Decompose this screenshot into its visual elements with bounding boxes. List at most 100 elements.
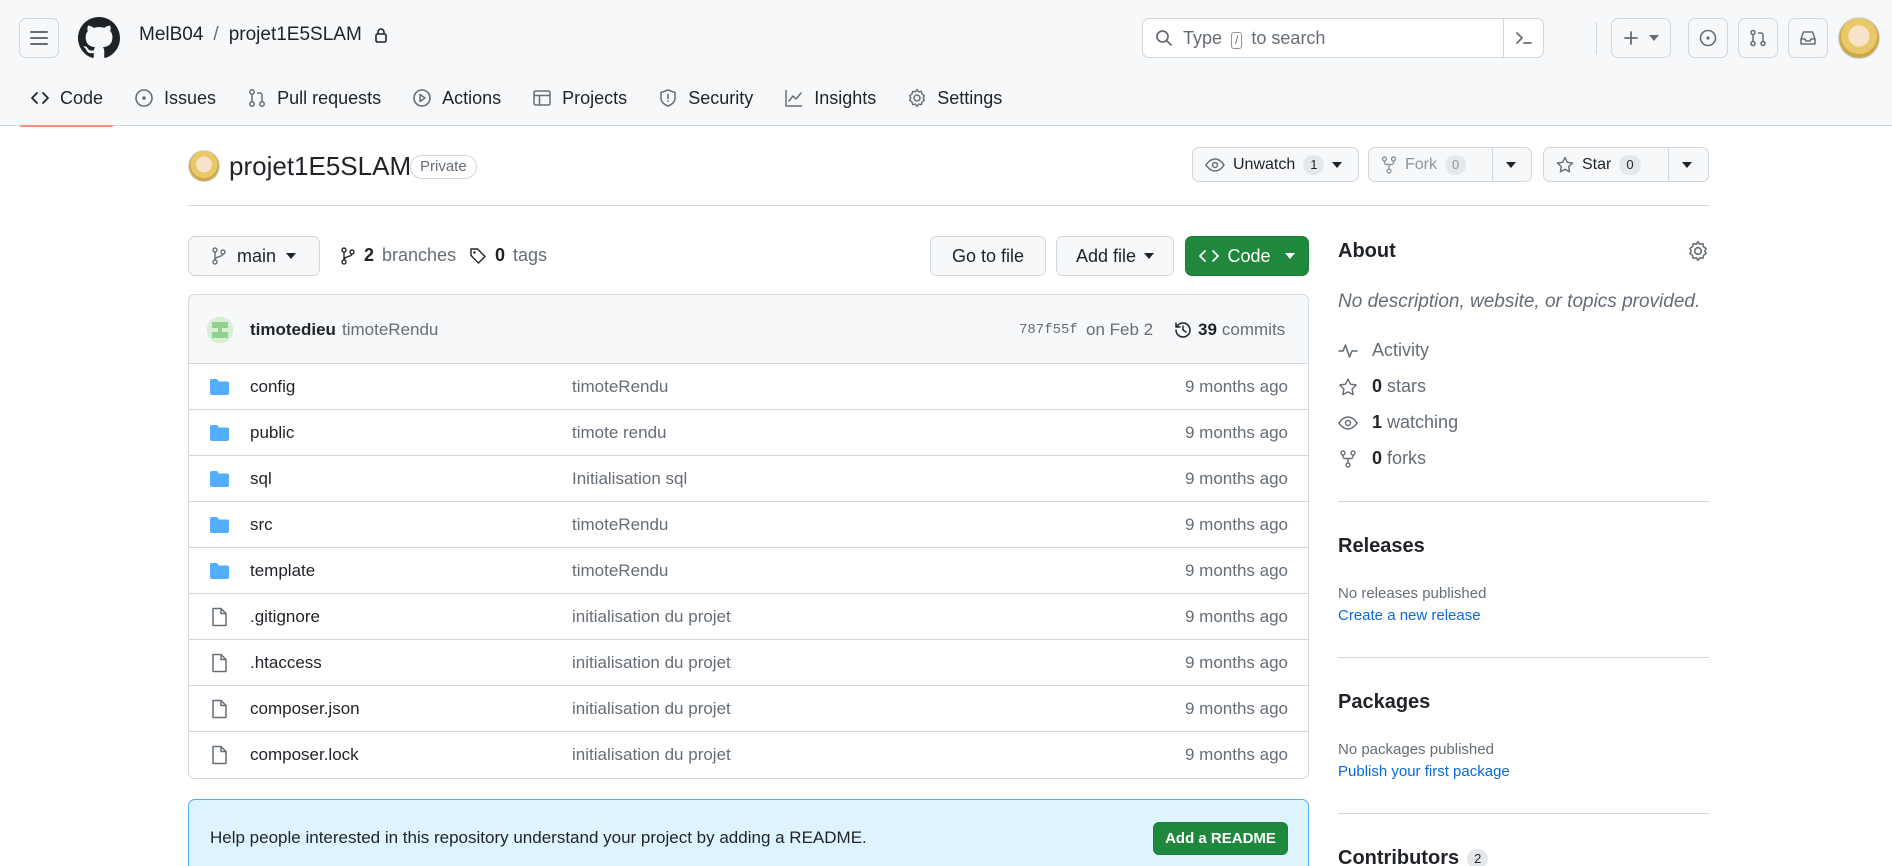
menu-button[interactable] (19, 18, 59, 58)
unwatch-button[interactable]: Unwatch 1 (1192, 147, 1359, 182)
history-icon (1175, 322, 1191, 338)
tab-code[interactable]: Code (18, 76, 115, 127)
tab-insights[interactable]: Insights (772, 76, 888, 120)
pull-requests-button[interactable] (1738, 18, 1778, 58)
packages-heading[interactable]: Packages (1338, 691, 1430, 714)
star-icon (1339, 377, 1357, 395)
branch-selector[interactable]: main (188, 236, 320, 276)
file-name[interactable]: composer.json (250, 699, 360, 719)
releases-heading[interactable]: Releases (1338, 535, 1425, 558)
gear-icon[interactable] (1687, 240, 1709, 262)
add-readme-button[interactable]: Add a README (1153, 822, 1288, 855)
file-name[interactable]: config (250, 377, 295, 397)
file-commit-message[interactable]: timoteRendu (572, 515, 668, 535)
publish-package-link[interactable]: Publish your first package (1338, 763, 1510, 780)
tab-pull-requests[interactable]: Pull requests (235, 76, 393, 120)
gear-icon (909, 88, 926, 108)
star-count: 0 (1619, 154, 1641, 175)
commit-count-label: commits (1221, 320, 1286, 339)
tags-count: 0 (495, 245, 506, 265)
file-name[interactable]: .gitignore (250, 607, 320, 627)
file-commit-message[interactable]: timote rendu (572, 423, 667, 443)
file-row[interactable]: composer.json initialisation du projet 9… (189, 686, 1308, 732)
command-palette-button[interactable] (1503, 19, 1543, 57)
fork-label: Fork (1405, 155, 1437, 173)
watching-link[interactable]: 1 watching (1338, 412, 1458, 433)
file-commit-message[interactable]: initialisation du projet (572, 745, 731, 765)
title-divider (188, 205, 1709, 206)
commit-author-avatar[interactable] (207, 317, 233, 343)
forks-label: forks (1387, 448, 1427, 468)
activity-link[interactable]: Activity (1338, 340, 1429, 361)
file-name[interactable]: public (250, 423, 294, 443)
tab-actions[interactable]: Actions (400, 76, 513, 120)
fork-button[interactable]: Fork 0 (1368, 147, 1532, 182)
fork-icon (1381, 155, 1397, 174)
file-row[interactable]: config timoteRendu 9 months ago (189, 364, 1308, 410)
activity-label: Activity (1372, 340, 1430, 360)
contributors-title: Contributors (1338, 847, 1460, 866)
tab-projects[interactable]: Projects (520, 76, 639, 120)
about-heading: About (1338, 240, 1396, 262)
file-icon (212, 699, 227, 719)
pull-request-icon (249, 89, 266, 107)
folder-icon (210, 425, 229, 441)
code-button[interactable]: Code (1185, 236, 1309, 276)
commit-message[interactable]: timoteRendu (342, 320, 438, 340)
file-row[interactable]: composer.lock initialisation du projet 9… (189, 732, 1308, 778)
file-commit-message[interactable]: initialisation du projet (572, 699, 731, 719)
readme-prompt: Help people interested in this repositor… (188, 799, 1309, 866)
folder-icon (210, 563, 229, 579)
file-name[interactable]: composer.lock (250, 745, 359, 765)
tags-link[interactable]: 0 tags (469, 245, 547, 266)
search-input[interactable]: Type / to search (1142, 18, 1544, 58)
commits-link[interactable]: 39 commits (1173, 320, 1285, 340)
search-shortcut-key: / (1231, 31, 1243, 49)
branches-link[interactable]: 2 branches (340, 245, 456, 266)
sidebar-divider (1338, 813, 1709, 814)
file-name[interactable]: src (250, 515, 273, 535)
tab-issues[interactable]: Issues (122, 76, 228, 120)
file-age: 9 months ago (1184, 653, 1288, 672)
file-row[interactable]: src timoteRendu 9 months ago (189, 502, 1308, 548)
create-release-link[interactable]: Create a new release (1338, 607, 1481, 624)
file-commit-message[interactable]: timoteRendu (572, 377, 668, 397)
tab-settings[interactable]: Settings (895, 76, 1014, 120)
graph-icon (785, 90, 803, 107)
file-commit-message[interactable]: initialisation du projet (572, 653, 731, 673)
file-commit-message[interactable]: Initialisation sql (572, 469, 687, 489)
github-logo-icon[interactable] (78, 17, 120, 59)
star-dropdown[interactable] (1668, 148, 1705, 181)
owner-avatar[interactable] (188, 150, 220, 182)
commit-sha[interactable]: 787f55f (1019, 322, 1078, 338)
search-icon (1156, 30, 1172, 46)
inbox-button[interactable] (1788, 18, 1828, 58)
add-file-button[interactable]: Add file (1056, 236, 1174, 276)
repo-link[interactable]: projet1E5SLAM (229, 24, 362, 46)
contributors-heading[interactable]: Contributors 2 (1338, 847, 1489, 866)
owner-link[interactable]: MelB04 (139, 24, 203, 46)
forks-link[interactable]: 0 forks (1338, 448, 1426, 469)
file-commit-message[interactable]: initialisation du projet (572, 607, 731, 627)
tab-security[interactable]: Security (646, 76, 765, 120)
file-row[interactable]: sql Initialisation sql 9 months ago (189, 456, 1308, 502)
fork-dropdown[interactable] (1492, 148, 1529, 181)
file-row[interactable]: public timote rendu 9 months ago (189, 410, 1308, 456)
file-name[interactable]: template (250, 561, 315, 581)
contributors-count: 2 (1467, 848, 1489, 866)
stars-link[interactable]: 0 stars (1338, 376, 1426, 397)
file-commit-message[interactable]: timoteRendu (572, 561, 668, 581)
file-row[interactable]: .htaccess initialisation du projet 9 mon… (189, 640, 1308, 686)
create-new-button[interactable] (1611, 18, 1671, 58)
go-to-file-button[interactable]: Go to file (930, 236, 1046, 276)
file-name[interactable]: sql (250, 469, 272, 489)
commit-author[interactable]: timotedieu (250, 320, 336, 340)
stars-count: 0 (1372, 376, 1383, 396)
user-avatar[interactable] (1838, 17, 1880, 59)
repo-title[interactable]: projet1E5SLAM (229, 151, 411, 182)
star-button[interactable]: Star 0 (1543, 147, 1709, 182)
issues-button[interactable] (1688, 18, 1728, 58)
file-name[interactable]: .htaccess (250, 653, 322, 673)
file-row[interactable]: .gitignore initialisation du projet 9 mo… (189, 594, 1308, 640)
file-row[interactable]: template timoteRendu 9 months ago (189, 548, 1308, 594)
